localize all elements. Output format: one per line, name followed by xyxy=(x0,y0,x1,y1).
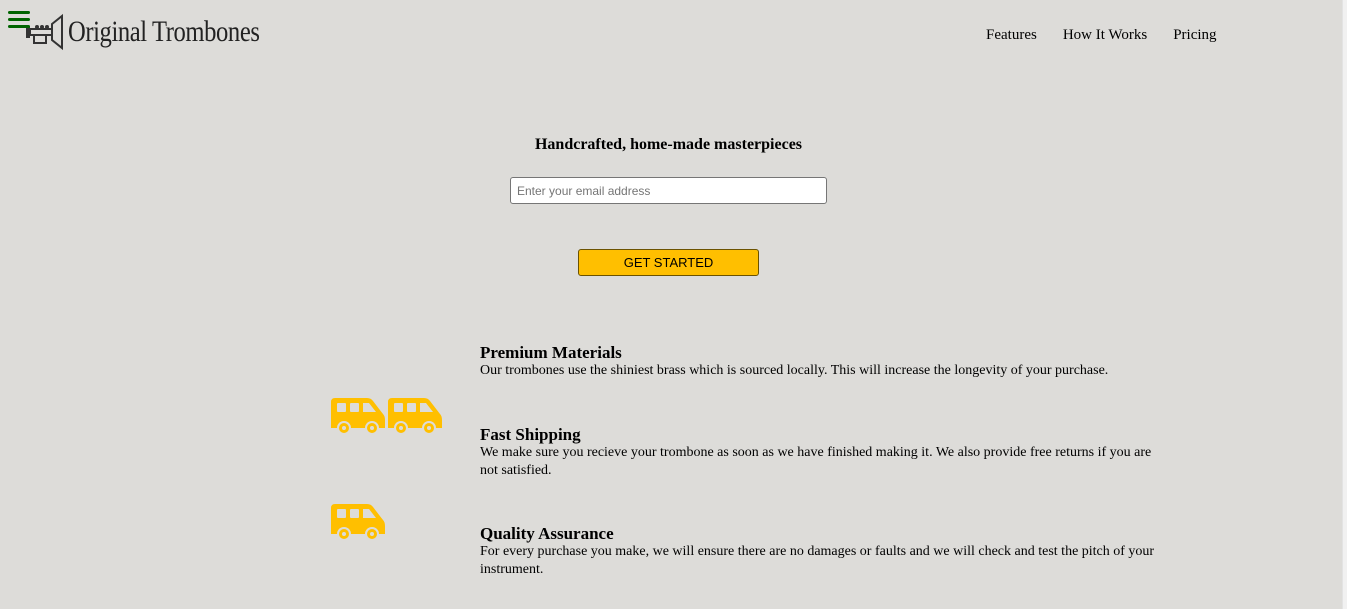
get-started-button[interactable]: GET STARTED xyxy=(578,249,759,276)
feature-title: Fast Shipping xyxy=(480,425,581,444)
feature-text: For every purchase you make, we will ens… xyxy=(480,544,1155,577)
logo-text: Original Trombones xyxy=(68,15,260,48)
main-nav: Features How It Works Pricing xyxy=(986,27,1217,44)
hamburger-menu-icon[interactable] xyxy=(8,11,30,29)
feature-title: Premium Materials xyxy=(480,343,622,362)
logo[interactable]: Original Trombones xyxy=(24,12,302,52)
email-input[interactable] xyxy=(510,177,827,204)
vertical-scrollbar[interactable] xyxy=(1342,0,1347,609)
feature-title: Quality Assurance xyxy=(480,524,614,543)
nav-link-pricing[interactable]: Pricing xyxy=(1173,27,1216,44)
van-icon xyxy=(331,398,385,435)
trumpet-logo-icon xyxy=(26,13,63,51)
nav-link-features[interactable]: Features xyxy=(986,27,1037,44)
feature-fast-shipping: Fast Shipping We make sure you recieve y… xyxy=(480,425,1160,480)
feature-quality-assurance: Quality Assurance For every purchase you… xyxy=(480,524,1160,579)
van-icon xyxy=(388,398,442,435)
feature-text: We make sure you recieve your trombone a… xyxy=(480,445,1152,478)
hero-title: Handcrafted, home-made masterpieces xyxy=(534,136,803,153)
feature-text: Our trombones use the shiniest brass whi… xyxy=(480,363,1109,378)
van-icon xyxy=(331,504,385,541)
feature-premium-materials: Premium Materials Our trombones use the … xyxy=(480,343,1160,380)
nav-link-how-it-works[interactable]: How It Works xyxy=(1063,27,1147,44)
